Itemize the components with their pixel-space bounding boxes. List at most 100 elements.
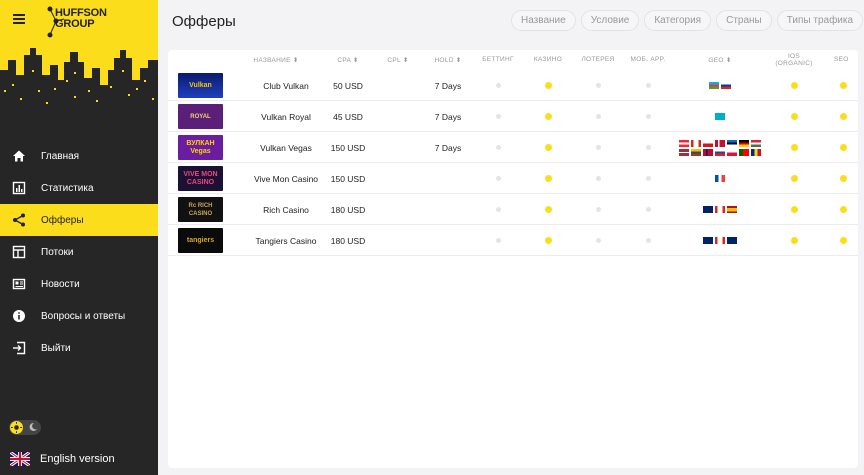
home-icon	[12, 149, 26, 163]
offer-name: Vulkan Royal	[261, 111, 311, 122]
table-header: НАЗВАНИЕ ⬍ CPA ⬍ CPL ⬍ HOLD ⬍ БЕТТИНГ КА…	[168, 50, 858, 70]
flag-au-icon	[703, 206, 713, 213]
table-row[interactable]: tangiers Tangiers Casino 180 USD	[168, 225, 858, 256]
sidebar-item-statistics[interactable]: Статистика	[0, 172, 158, 204]
column-header-hold[interactable]: HOLD ⬍	[423, 56, 473, 64]
seo-indicator	[834, 225, 858, 256]
table-row[interactable]: Rc RICH CASINO Rich Casino 180 USD	[168, 194, 858, 225]
sidebar-item-label: Статистика	[41, 182, 94, 194]
offer-cpl	[373, 163, 423, 194]
main-menu: Главная Статистика Офферы Потоки Новости…	[0, 140, 158, 364]
column-header-ios: IOS (ORGANIC)	[769, 53, 819, 67]
flag-lt-icon	[691, 148, 701, 156]
filter-traffic-types[interactable]: Типы трафика	[776, 10, 864, 31]
lottery-indicator	[573, 132, 623, 163]
brand-name-line2: GROUP	[55, 18, 95, 30]
column-header-cpl[interactable]: CPL ⬍	[373, 56, 423, 64]
geo-flags	[678, 225, 762, 256]
offer-cpl	[373, 70, 423, 101]
column-header-casino: КАЗИНО	[533, 56, 563, 63]
table-row[interactable]: VIVE MON CASINO Vive Mon Casino 150 USD	[168, 163, 858, 194]
mobapp-indicator	[623, 70, 673, 101]
sidebar: HUFFSON GROUP Главная Статистика Офферы …	[0, 0, 158, 475]
sidebar-item-offers[interactable]: Офферы	[0, 204, 158, 236]
lottery-indicator	[573, 225, 623, 256]
seo-indicator	[834, 70, 858, 101]
betting-indicator	[473, 70, 523, 101]
ios-indicator	[769, 101, 819, 132]
column-header-ios-line2: (ORGANIC)	[775, 60, 813, 67]
flag-pt-icon	[739, 148, 749, 156]
betting-indicator	[473, 194, 523, 225]
offer-cpa: 45 USD	[333, 111, 363, 122]
theme-toggle[interactable]	[9, 420, 41, 435]
seo-indicator	[834, 101, 858, 132]
lottery-indicator	[573, 194, 623, 225]
casino-indicator	[523, 101, 573, 132]
offer-cpl	[373, 132, 423, 163]
mobapp-indicator	[623, 101, 673, 132]
ios-indicator	[769, 194, 819, 225]
flag-lv-icon	[679, 148, 689, 156]
chart-icon	[12, 181, 26, 195]
column-header-name[interactable]: НАЗВАНИЕ ⬍	[246, 56, 306, 64]
sidebar-item-faq[interactable]: Вопросы и ответы	[0, 300, 158, 332]
filter-name[interactable]: Название	[511, 10, 576, 31]
column-header-geo[interactable]: GEO ⬍	[678, 56, 762, 64]
flag-pl-icon	[727, 148, 737, 156]
seo-indicator	[834, 163, 858, 194]
offer-name: Club Vulkan	[263, 80, 309, 91]
filter-condition[interactable]: Условие	[580, 10, 640, 31]
offer-hold	[423, 225, 473, 256]
offer-name: Vive Mon Casino	[253, 173, 319, 184]
language-switch[interactable]: English version	[10, 452, 115, 466]
mobapp-indicator	[623, 163, 673, 194]
table-row[interactable]: Vulkan Club Vulkan 50 USD 7 Days	[168, 70, 858, 101]
ios-indicator	[769, 225, 819, 256]
lottery-indicator	[573, 163, 623, 194]
sidebar-item-label: Главная	[41, 150, 80, 162]
mobapp-indicator	[623, 194, 673, 225]
flag-ro-icon	[751, 148, 761, 156]
filter-countries[interactable]: Страны	[716, 10, 772, 31]
offer-logo: Vulkan	[178, 73, 223, 98]
sidebar-item-streams[interactable]: Потоки	[0, 236, 158, 268]
flag-kz-icon	[715, 113, 725, 120]
offer-logo: Rc RICH CASINO	[178, 197, 223, 222]
flag-ru-icon	[721, 82, 731, 89]
seo-indicator	[834, 132, 858, 163]
casino-indicator	[523, 225, 573, 256]
table-row[interactable]: ROYAL Vulkan Royal 45 USD 7 Days	[168, 101, 858, 132]
brand-logo[interactable]: HUFFSON GROUP	[46, 5, 116, 38]
offer-cpa: 150 USD	[330, 173, 366, 184]
column-header-cpa[interactable]: CPA ⬍	[323, 56, 373, 64]
share-icon	[12, 213, 26, 227]
sidebar-item-label: Офферы	[41, 214, 84, 226]
betting-indicator	[473, 101, 523, 132]
uk-flag-icon	[10, 452, 30, 466]
sidebar-item-home[interactable]: Главная	[0, 140, 158, 172]
city-skyline-illustration	[0, 48, 158, 125]
offer-hold: 7 Days	[434, 80, 462, 91]
flag-es-icon	[727, 206, 737, 213]
geo-flags	[678, 70, 762, 101]
casino-indicator	[523, 163, 573, 194]
menu-toggle-button[interactable]	[13, 14, 25, 24]
offer-logo-text: ВУЛКАН Vegas	[186, 139, 215, 155]
sidebar-item-news[interactable]: Новости	[0, 268, 158, 300]
sidebar-header: HUFFSON GROUP	[0, 0, 158, 125]
offer-hold: 7 Days	[434, 111, 462, 122]
offer-cpl	[373, 225, 423, 256]
filter-category[interactable]: Категория	[644, 10, 712, 31]
offer-cpl	[373, 101, 423, 132]
betting-indicator	[473, 132, 523, 163]
offer-logo-text: Vulkan	[189, 81, 212, 89]
page-title: Офферы	[172, 13, 236, 30]
sidebar-item-label: Потоки	[41, 246, 74, 258]
lottery-indicator	[573, 101, 623, 132]
offer-logo-text: tangiers	[186, 236, 215, 244]
language-label: English version	[40, 453, 115, 465]
table-row[interactable]: ВУЛКАН Vegas Vulkan Vegas 150 USD 7 Days	[168, 132, 858, 163]
sidebar-item-logout[interactable]: Выйти	[0, 332, 158, 364]
geo-flags	[678, 132, 762, 163]
